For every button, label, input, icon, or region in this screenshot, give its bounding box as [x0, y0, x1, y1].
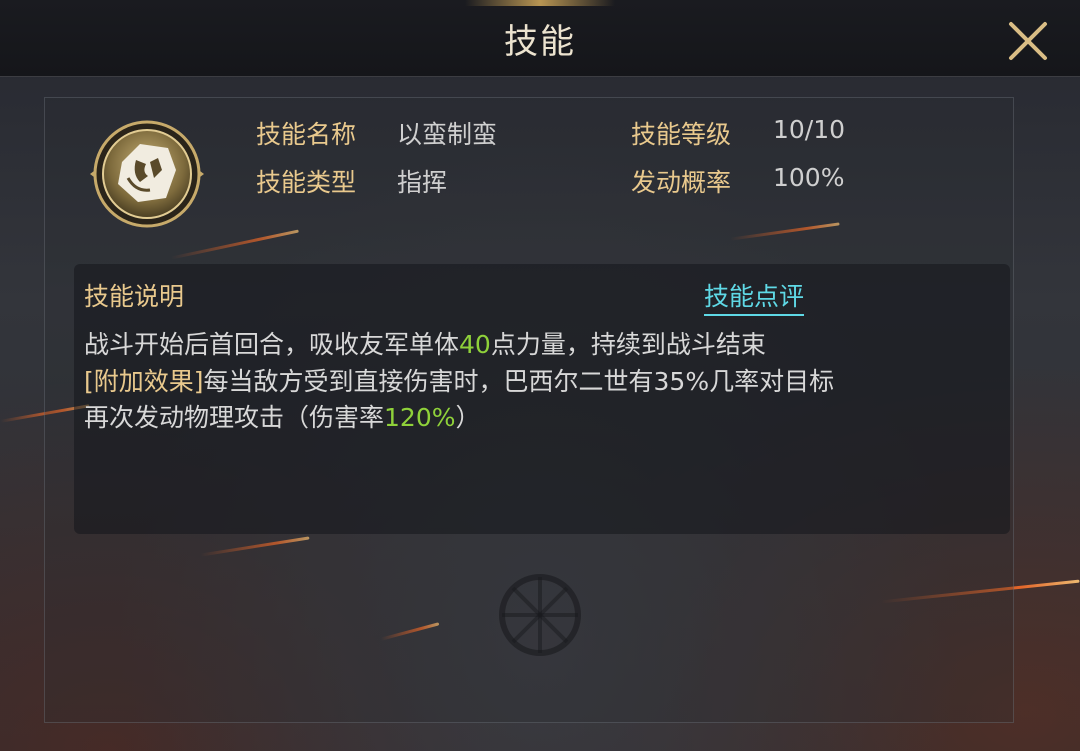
title-bar: 技能 — [0, 0, 1080, 77]
description-text: ） — [455, 403, 481, 432]
description-title: 技能说明 — [84, 282, 185, 311]
description-line-3: 再次发动物理攻击（伤害率120%） — [84, 398, 481, 434]
close-button[interactable] — [1003, 16, 1053, 66]
description-line-2: [附加效果]每当敌方受到直接伤害时，巴西尔二世有35%几率对目标 — [84, 362, 834, 398]
trigger-rate-value: 100% — [773, 163, 845, 192]
extra-effect-tag: [附加效果] — [84, 367, 204, 396]
skill-review-link[interactable]: 技能点评 — [704, 277, 805, 316]
skill-name-label: 技能名称 — [256, 120, 357, 149]
description-text: 点力量，持续到战斗结束 — [490, 330, 766, 359]
damage-rate-value: 120% — [384, 403, 456, 432]
skill-emblem-icon — [90, 120, 204, 228]
description-line-1: 战斗开始后首回合，吸收友军单体40点力量，持续到战斗结束 — [84, 325, 766, 361]
strength-value: 40 — [459, 330, 491, 359]
skill-type-label: 技能类型 — [256, 168, 357, 197]
skill-level-label: 技能等级 — [631, 120, 732, 149]
skill-name-value: 以蛮制蛮 — [397, 120, 498, 149]
skill-type-value: 指挥 — [397, 168, 448, 197]
description-text: 战斗开始后首回合，吸收友军单体 — [84, 330, 460, 359]
skill-level-value: 10/10 — [773, 115, 846, 144]
description-text: 再次发动物理攻击（伤害率 — [84, 403, 385, 432]
close-icon — [1009, 22, 1047, 60]
description-text: 每当敌方受到直接伤害时，巴西尔二世有35%几率对目标 — [203, 367, 835, 396]
title-ornament — [465, 0, 615, 6]
trigger-rate-label: 发动概率 — [631, 168, 732, 197]
page-title: 技能 — [504, 22, 576, 62]
